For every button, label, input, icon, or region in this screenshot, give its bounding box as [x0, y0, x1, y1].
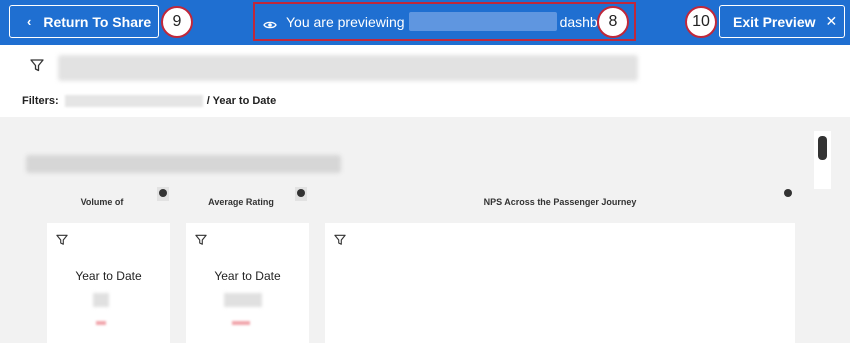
dashboard-canvas: Volume of Year to Date Average Rating Ye…	[0, 117, 850, 343]
preview-bar: ‹ Return To Share 9 You are previewing d…	[0, 0, 850, 45]
section-title-redacted	[26, 155, 341, 173]
scrollbar-thumb[interactable]	[818, 136, 827, 160]
widget-filter-icon[interactable]	[195, 233, 207, 251]
widget-card-volume: Year to Date	[47, 223, 170, 343]
widget-delta-redacted	[96, 321, 106, 325]
widget-period-label: Year to Date	[214, 269, 281, 283]
widget-title-volume: Volume of	[80, 197, 124, 207]
filters-row: Filters: / Year to Date	[22, 95, 276, 107]
chevron-left-icon: ‹	[27, 14, 32, 29]
widget-card-average-rating: Year to Date	[186, 223, 309, 343]
return-to-share-label: Return To Share	[43, 13, 152, 30]
dashboard-filter-icon[interactable]	[30, 59, 44, 77]
callout-badge-8: 8	[597, 6, 629, 38]
widget-menu-icon[interactable]	[297, 189, 305, 197]
filters-label: Filters:	[22, 95, 59, 107]
widget-card-nps-journey	[325, 223, 795, 343]
dashboard-name-redacted	[408, 12, 557, 31]
callout-badge-10: 10	[685, 6, 717, 38]
filters-date-value: / Year to Date	[206, 95, 277, 107]
return-to-share-button[interactable]: ‹ Return To Share	[9, 5, 159, 38]
widget-value-redacted	[224, 293, 262, 307]
widget-delta-redacted	[232, 321, 250, 325]
preview-notice: You are previewing dashboard	[253, 2, 636, 41]
exit-preview-label: Exit Preview	[733, 13, 816, 30]
widget-filter-icon[interactable]	[56, 233, 68, 251]
callout-badge-9: 9	[161, 6, 193, 38]
widget-period-label: Year to Date	[75, 269, 142, 283]
widget-menu-icon[interactable]	[784, 189, 792, 197]
widget-filter-icon[interactable]	[334, 233, 346, 251]
widget-title-average-rating: Average Rating	[208, 197, 274, 207]
widget-title-nps-journey: NPS Across the Passenger Journey	[483, 197, 637, 207]
eye-icon	[263, 17, 277, 29]
dashboard-title-redacted	[58, 55, 638, 81]
close-icon: ✕	[825, 13, 838, 29]
filters-value-redacted	[64, 95, 203, 107]
widget-menu-icon[interactable]	[159, 189, 167, 197]
preview-prefix-text: You are previewing	[286, 13, 405, 30]
widget-value-redacted	[93, 293, 109, 307]
exit-preview-button[interactable]: Exit Preview ✕	[719, 5, 845, 38]
